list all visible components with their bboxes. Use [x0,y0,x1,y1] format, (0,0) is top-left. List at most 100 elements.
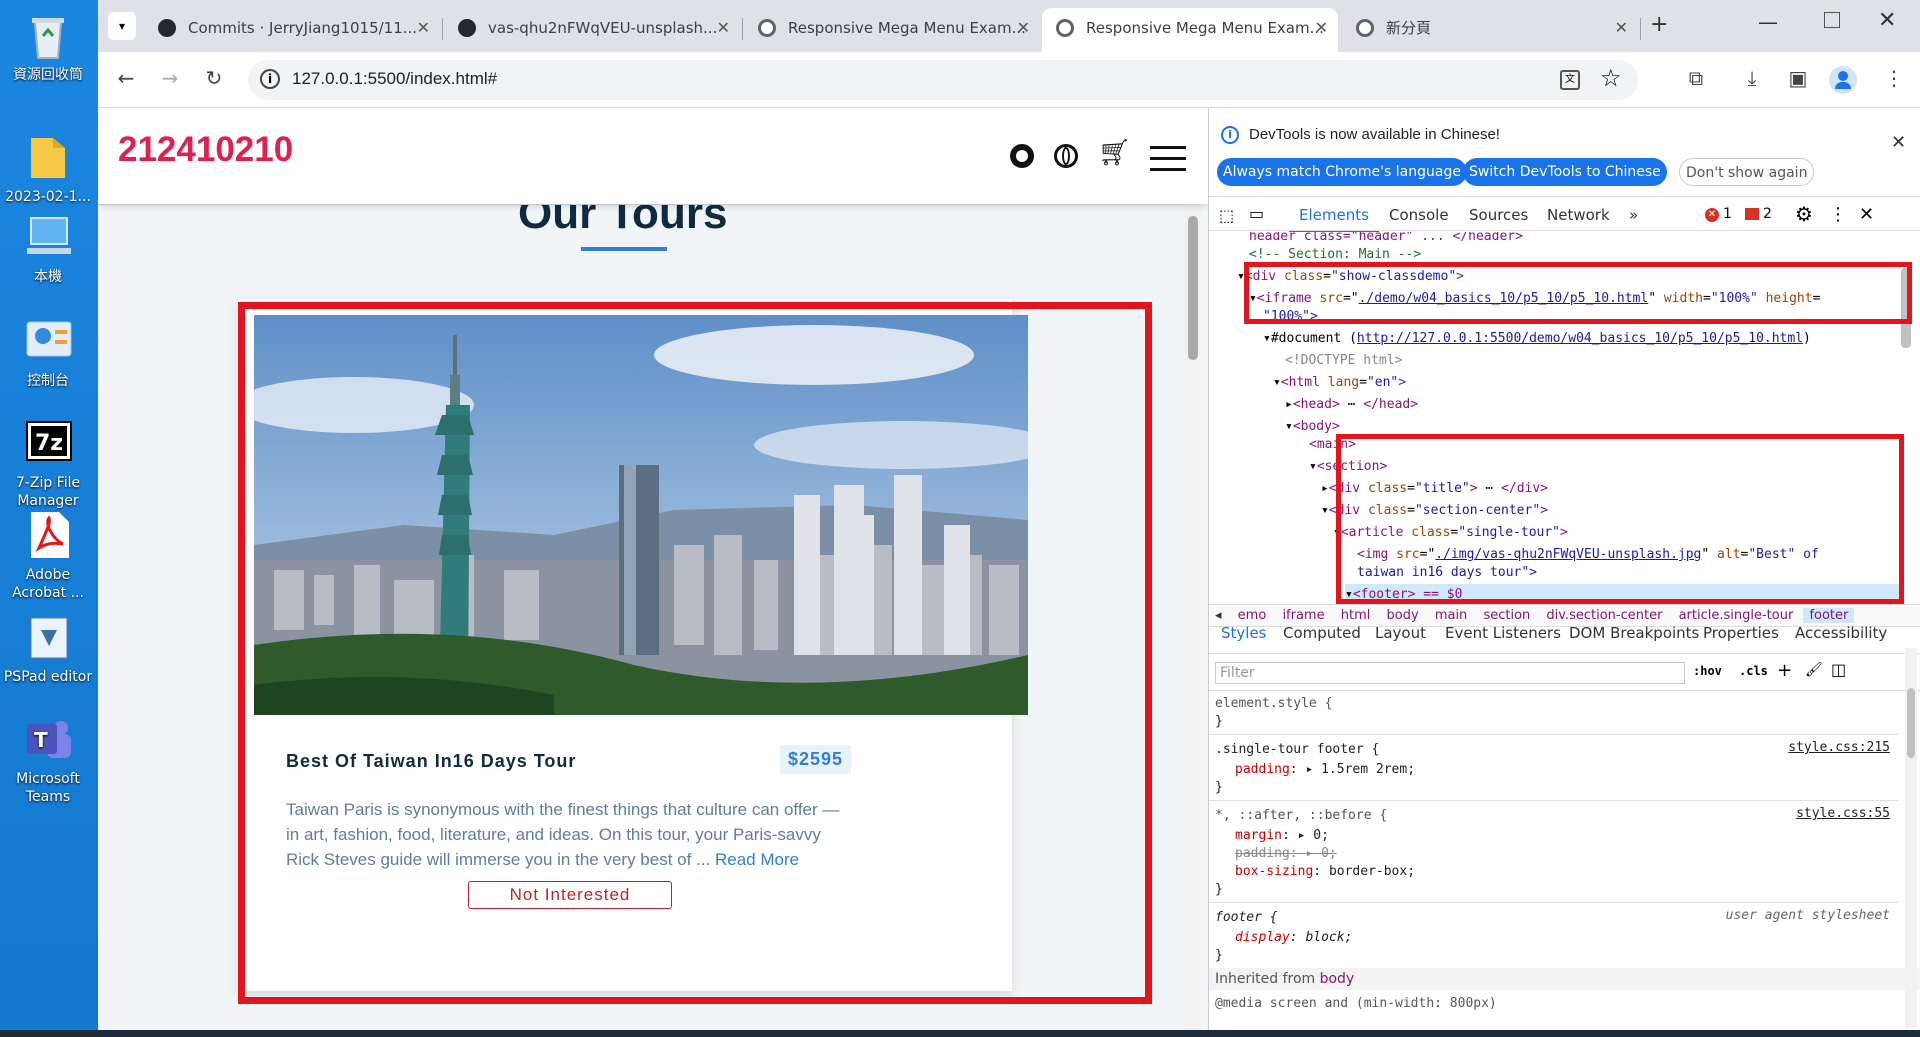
tab-new-tab[interactable]: 新分頁 ✕ [1342,8,1638,52]
styles-scrollbar[interactable] [1905,648,1917,1028]
paint-brush-icon[interactable]: 🖌︎ [1805,662,1823,678]
tab-properties[interactable]: Properties [1703,624,1779,642]
always-match-language-button[interactable]: Always match Chrome's language [1217,158,1467,186]
dont-show-again-button[interactable]: Don't show again [1679,158,1815,186]
profile-avatar-icon[interactable] [1829,66,1857,94]
styles-filter-input[interactable]: Filter [1215,662,1685,684]
tab-unsplash[interactable]: vas-qhu2nFWqVEU-unsplash... ✕ [444,8,740,52]
crumb[interactable]: main [1429,608,1473,623]
cls-toggle[interactable]: .cls [1739,664,1768,678]
browser-toolbar: ← → ↻ i 127.0.0.1:5500/index.html# 文 ☆ ⧉… [98,52,1920,108]
warning-icon[interactable] [1745,208,1759,220]
tab-computed[interactable]: Computed [1283,624,1361,642]
crumb[interactable]: html [1335,608,1377,623]
crumb[interactable]: article.single-tour [1673,608,1800,623]
hamburger-icon[interactable] [1150,146,1186,171]
desktop-icon-computer[interactable]: 本機 [0,210,96,286]
section-title: Our Tours [518,204,728,238]
dom-line[interactable]: <!DOCTYPE html> [1285,350,1402,372]
css-source-link[interactable]: style.css:55 [1796,806,1890,821]
cart-icon[interactable]: 🛒︎ [1098,138,1131,168]
close-icon[interactable]: ✕ [1017,8,1030,48]
site-brand[interactable]: 212410210 [118,130,293,170]
css-declaration[interactable]: margin: ▸ 0; [1235,826,1329,846]
forward-icon[interactable]: → [156,66,184,90]
tab-commits[interactable]: Commits · JerryJiang1015/11... ✕ [144,8,440,52]
desktop-icon-acrobat[interactable]: Adobe Acrobat ... [0,508,96,602]
close-devtools-icon[interactable]: ✕ [1859,204,1874,225]
crumb[interactable]: div.section-center [1540,608,1668,623]
control-panel-icon [21,314,75,368]
crumb[interactable]: iframe [1276,608,1330,623]
tab-styles[interactable]: Styles [1221,624,1267,642]
tab-console[interactable]: Console [1389,206,1449,224]
dom-line[interactable]: ▾<html lang="en"> [1273,372,1406,394]
close-icon[interactable]: ✕ [417,8,430,48]
close-banner-icon[interactable]: ✕ [1891,132,1906,153]
more-tabs-icon[interactable]: » [1629,206,1638,224]
crumb-selected[interactable]: footer [1803,608,1855,623]
device-toolbar-icon[interactable]: ▭ [1249,204,1264,223]
address-bar[interactable]: i 127.0.0.1:5500/index.html# 文 ☆ [248,60,1638,100]
new-rule-plus-icon[interactable]: + [1777,660,1792,681]
desktop-icon-pspad[interactable]: PSPad editor [0,610,96,686]
tab-sources[interactable]: Sources [1469,206,1528,224]
close-icon[interactable]: ✕ [1315,8,1328,48]
maximize-icon[interactable] [1824,12,1840,28]
tab-network[interactable]: Network [1547,206,1610,224]
side-panel-icon[interactable]: ▣ [1784,66,1812,90]
tab-accessibility[interactable]: Accessibility [1795,624,1887,642]
css-source-link[interactable]: style.css:215 [1788,740,1890,755]
dom-line[interactable]: ▸<head> ⋯ </head> [1285,394,1418,416]
inspect-element-icon[interactable]: ⬚ [1219,206,1234,225]
desktop-icon-recycle-bin[interactable]: 資源回收筒 [0,8,96,84]
tab-event-listeners[interactable]: Event Listeners [1445,624,1561,642]
sidebar-toggle-icon[interactable]: ◫ [1831,660,1846,679]
close-icon[interactable]: ✕ [717,8,730,48]
error-icon[interactable]: ✕ [1705,208,1719,222]
pspad-icon [21,610,75,664]
github-icon [458,19,476,37]
minimize-icon[interactable]: — [1758,10,1778,34]
crumb[interactable]: section [1477,608,1536,623]
extensions-icon[interactable]: ⧉ [1682,66,1710,90]
page-scrollbar[interactable]: ▲ [1184,180,1202,1030]
reload-icon[interactable]: ↻ [200,66,228,90]
github-icon[interactable] [1010,144,1034,168]
crumb[interactable]: body [1381,608,1425,623]
menu-kebab-icon[interactable]: ⋮ [1880,66,1908,90]
site-info-icon[interactable]: i [260,69,280,89]
bookmark-star-icon[interactable]: ☆ [1600,64,1622,92]
close-icon[interactable]: ✕ [1615,8,1628,48]
desktop-icon-control-panel[interactable]: 控制台 [0,314,96,390]
css-declaration-overridden[interactable]: padding: ▸ 0; [1235,844,1337,864]
tab-layout[interactable]: Layout [1375,624,1426,642]
download-icon[interactable]: ⤓ [1738,66,1766,90]
crumb[interactable]: emo [1232,608,1273,623]
tab-dom-breakpoints[interactable]: DOM Breakpoints [1569,624,1699,642]
globe-icon [758,19,776,37]
css-source-label: user agent stylesheet [1725,908,1890,923]
back-icon[interactable]: ← [112,66,140,90]
tab-elements[interactable]: Elements [1299,206,1369,224]
css-declaration[interactable]: box-sizing: border-box; [1235,862,1415,882]
tab-mega-menu-active[interactable]: Responsive Mega Menu Exam... ✕ [1042,8,1338,52]
switch-to-chinese-button[interactable]: Switch DevTools to Chinese [1463,158,1667,186]
svg-text:7z: 7z [35,431,63,456]
hov-toggle[interactable]: :hov [1693,664,1722,678]
settings-gear-icon[interactable]: ⚙ [1795,202,1813,226]
desktop-icon-folder[interactable]: 2023-02-1... [0,130,96,206]
7zip-icon: 7z [21,416,75,470]
tab-mega-menu-1[interactable]: Responsive Mega Menu Exam... ✕ [744,8,1040,52]
css-declaration[interactable]: padding: ▸ 1.5rem 2rem; [1235,760,1415,780]
dom-line[interactable]: ▾#document (http://127.0.0.1:5500/demo/w… [1263,328,1811,350]
chrome-icon [1356,19,1374,37]
globe-icon[interactable] [1054,144,1078,168]
close-window-icon[interactable]: ✕ [1878,8,1896,33]
desktop-icon-teams[interactable]: T Microsoft Teams [0,712,96,806]
tab-search-button[interactable]: ▾ [108,12,136,40]
desktop-icon-7zip[interactable]: 7z 7-Zip File Manager [0,416,96,510]
new-tab-plus-icon[interactable]: + [1650,12,1668,37]
translate-icon[interactable]: 文 [1560,70,1580,90]
devtools-menu-icon[interactable]: ⋮ [1829,204,1847,225]
